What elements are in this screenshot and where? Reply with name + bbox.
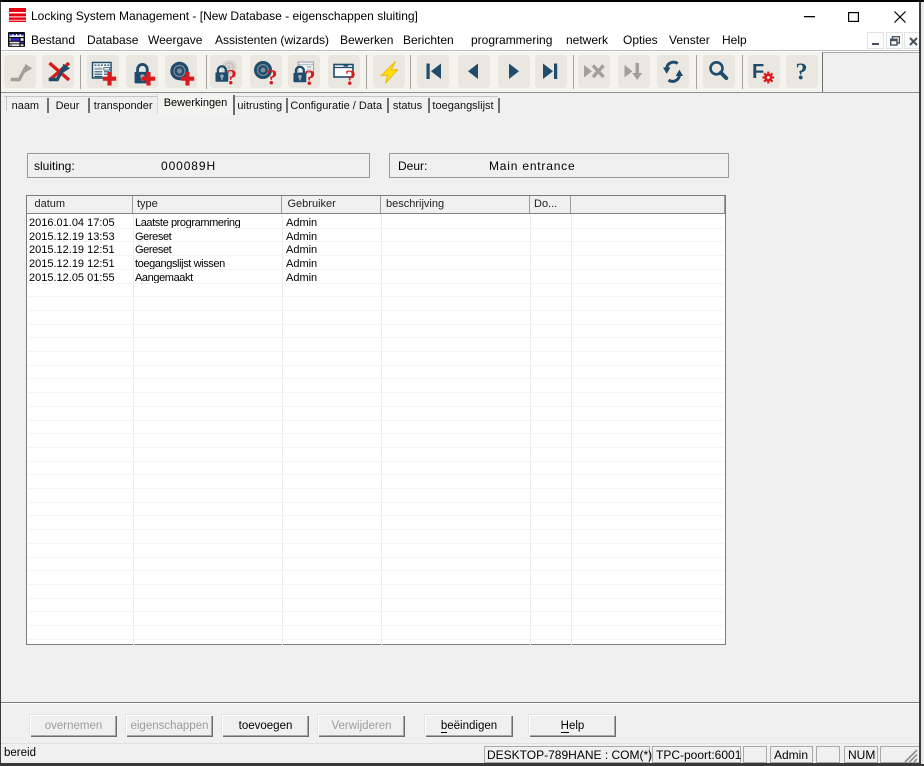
- svg-text:?: ?: [305, 65, 316, 86]
- svg-text:?: ?: [796, 59, 808, 85]
- svg-text:?: ?: [345, 65, 356, 86]
- svg-text:?: ?: [226, 64, 237, 85]
- svg-text:?: ?: [266, 64, 277, 85]
- svg-text:F: F: [752, 61, 764, 83]
